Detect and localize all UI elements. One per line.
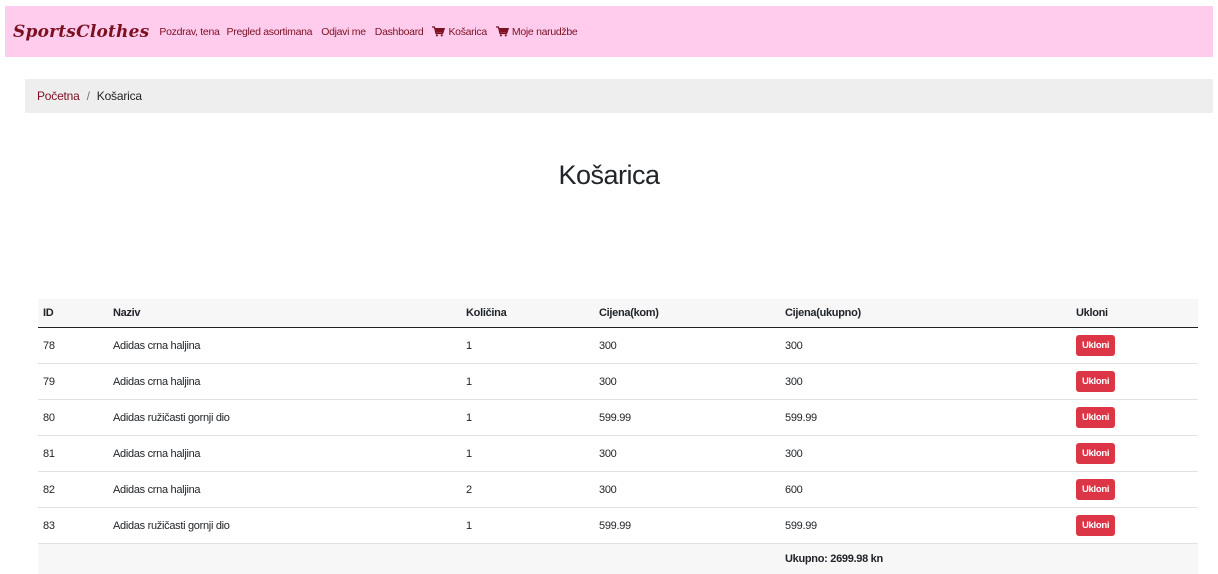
- shopping-cart-icon: [432, 26, 445, 37]
- cell-ukloni: Ukloni: [1071, 364, 1198, 400]
- remove-button[interactable]: Ukloni: [1076, 479, 1115, 500]
- cell-id: 80: [38, 400, 108, 436]
- cell-kolicina: 1: [461, 436, 594, 472]
- cell-kolicina: 1: [461, 508, 594, 544]
- cart-table-body: 78 Adidas crna haljina 1 300 300 Ukloni …: [38, 328, 1198, 544]
- cell-naziv: Adidas crna haljina: [108, 364, 461, 400]
- remove-button[interactable]: Ukloni: [1076, 335, 1115, 356]
- table-header-row: ID Naziv Količina Cijena(kom) Cijena(uku…: [38, 299, 1198, 328]
- header-kolicina: Količina: [461, 299, 594, 328]
- cell-kolicina: 2: [461, 472, 594, 508]
- cart-total: Ukupno: 2699.98 kn: [780, 544, 1071, 574]
- remove-button[interactable]: Ukloni: [1076, 443, 1115, 464]
- cell-cijena-kom: 300: [594, 436, 780, 472]
- cell-cijena-kom: 300: [594, 472, 780, 508]
- cell-naziv: Adidas crna haljina: [108, 472, 461, 508]
- total-spacer: [461, 544, 594, 574]
- total-spacer: [38, 544, 108, 574]
- cell-ukloni: Ukloni: [1071, 436, 1198, 472]
- remove-button[interactable]: Ukloni: [1076, 371, 1115, 392]
- cell-cijena-kom: 599.99: [594, 400, 780, 436]
- remove-button[interactable]: Ukloni: [1076, 407, 1115, 428]
- cart-table: ID Naziv Količina Cijena(kom) Cijena(uku…: [38, 299, 1198, 574]
- breadcrumb-current: Košarica: [97, 89, 142, 103]
- cell-ukloni: Ukloni: [1071, 328, 1198, 364]
- cell-id: 78: [38, 328, 108, 364]
- cell-naziv: Adidas ružičasti gornji dio: [108, 400, 461, 436]
- cell-id: 83: [38, 508, 108, 544]
- cell-naziv: Adidas crna haljina: [108, 328, 461, 364]
- breadcrumb-separator: /: [87, 89, 90, 103]
- cell-cijena-kom: 300: [594, 328, 780, 364]
- cell-cijena-ukupno: 599.99: [780, 508, 1071, 544]
- nav-link-dashboard[interactable]: Dashboard: [375, 26, 424, 38]
- header-ukloni: Ukloni: [1071, 299, 1198, 328]
- cell-cijena-ukupno: 599.99: [780, 400, 1071, 436]
- breadcrumb-home-link[interactable]: Početna: [37, 89, 80, 103]
- header-cijena-kom: Cijena(kom): [594, 299, 780, 328]
- table-total-row: Ukupno: 2699.98 kn: [38, 544, 1198, 574]
- total-spacer: [108, 544, 461, 574]
- table-row: 83 Adidas ružičasti gornji dio 1 599.99 …: [38, 508, 1198, 544]
- cell-cijena-ukupno: 300: [780, 328, 1071, 364]
- cell-cijena-ukupno: 300: [780, 436, 1071, 472]
- shopping-cart-icon: [496, 26, 509, 37]
- cell-cijena-ukupno: 300: [780, 364, 1071, 400]
- table-row: 79 Adidas crna haljina 1 300 300 Ukloni: [38, 364, 1198, 400]
- top-navbar: SportsClothes Pozdrav, tena Pregled asor…: [5, 6, 1213, 57]
- cell-id: 81: [38, 436, 108, 472]
- cell-id: 82: [38, 472, 108, 508]
- cell-kolicina: 1: [461, 328, 594, 364]
- nav-greeting: Pozdrav, tena: [159, 26, 219, 38]
- cell-ukloni: Ukloni: [1071, 508, 1198, 544]
- nav-link-odjavi-me[interactable]: Odjavi me: [321, 26, 366, 38]
- nav-link-moje-narudzbe[interactable]: Moje narudžbe: [496, 26, 578, 38]
- cell-naziv: Adidas crna haljina: [108, 436, 461, 472]
- cart-table-container: ID Naziv Količina Cijena(kom) Cijena(uku…: [38, 299, 1198, 574]
- page-title: Košarica: [0, 160, 1218, 191]
- table-row: 80 Adidas ružičasti gornji dio 1 599.99 …: [38, 400, 1198, 436]
- table-row: 82 Adidas crna haljina 2 300 600 Ukloni: [38, 472, 1198, 508]
- nav-link-kosarica-label: Košarica: [448, 26, 486, 38]
- cell-ukloni: Ukloni: [1071, 472, 1198, 508]
- table-row: 78 Adidas crna haljina 1 300 300 Ukloni: [38, 328, 1198, 364]
- cell-ukloni: Ukloni: [1071, 400, 1198, 436]
- nav-link-moje-narudzbe-label: Moje narudžbe: [512, 26, 578, 38]
- cell-kolicina: 1: [461, 364, 594, 400]
- table-row: 81 Adidas crna haljina 1 300 300 Ukloni: [38, 436, 1198, 472]
- cell-id: 79: [38, 364, 108, 400]
- nav-link-kosarica[interactable]: Košarica: [432, 26, 486, 38]
- header-cijena-ukupno: Cijena(ukupno): [780, 299, 1071, 328]
- breadcrumb: Početna / Košarica: [25, 79, 1213, 113]
- header-id: ID: [38, 299, 108, 328]
- total-spacer: [594, 544, 780, 574]
- total-spacer: [1071, 544, 1198, 574]
- cell-cijena-ukupno: 600: [780, 472, 1071, 508]
- cell-cijena-kom: 300: [594, 364, 780, 400]
- brand-logo[interactable]: SportsClothes: [13, 22, 149, 42]
- remove-button[interactable]: Ukloni: [1076, 515, 1115, 536]
- cell-naziv: Adidas ružičasti gornji dio: [108, 508, 461, 544]
- nav-link-pregled-asortimana[interactable]: Pregled asortimana: [227, 26, 313, 38]
- cell-cijena-kom: 599.99: [594, 508, 780, 544]
- header-naziv: Naziv: [108, 299, 461, 328]
- cell-kolicina: 1: [461, 400, 594, 436]
